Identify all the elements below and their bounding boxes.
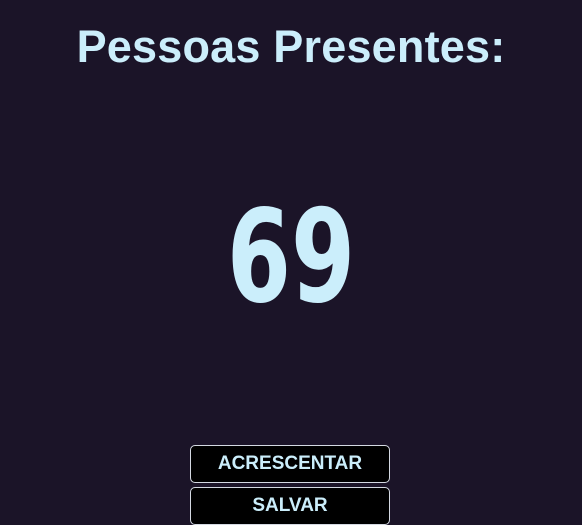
save-button[interactable]: SALVAR: [190, 487, 390, 525]
page-title: Pessoas Presentes:: [76, 21, 506, 72]
people-count: 69: [226, 183, 356, 332]
add-button[interactable]: ACRESCENTAR: [190, 445, 390, 483]
